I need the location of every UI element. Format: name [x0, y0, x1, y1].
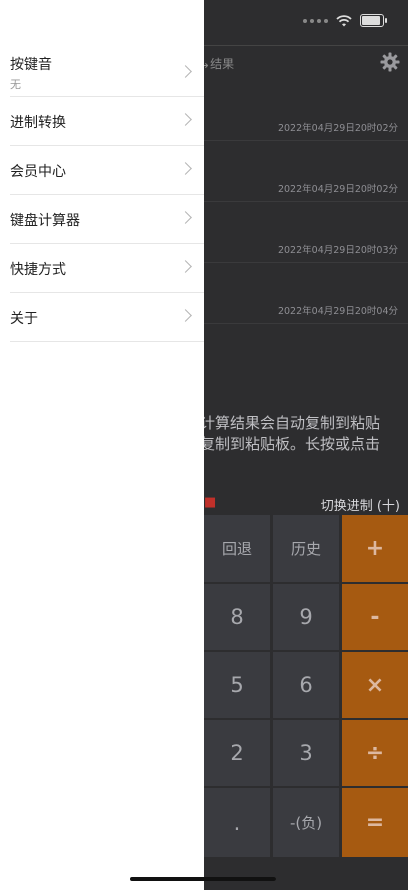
header-title: ↳结果 — [200, 57, 235, 71]
digit-5-key[interactable]: 5 — [204, 652, 270, 718]
plus-key[interactable]: + — [342, 515, 408, 582]
history-time: 2022年04月29日20时03分 — [277, 245, 398, 256]
equals-key[interactable]: = — [342, 788, 408, 857]
chevron-right-icon — [179, 113, 192, 126]
multiply-key[interactable]: × — [342, 652, 408, 718]
cellular-signal-icon — [303, 18, 328, 23]
digit-8-key[interactable]: 8 — [204, 584, 270, 650]
history-row[interactable]: 2022年04月29日20时03分 — [204, 202, 408, 263]
menu-item-label: 按键音 — [10, 57, 52, 73]
negative-key[interactable]: -(负) — [273, 788, 339, 857]
battery-icon — [360, 14, 387, 27]
menu-item-label: 会员中心 — [10, 164, 66, 180]
chevron-right-icon — [179, 211, 192, 224]
minus-key[interactable]: - — [342, 584, 408, 650]
menu-item-radix-conversion[interactable]: 进制转换 — [10, 97, 204, 146]
history-time: 2022年04月29日20时02分 — [277, 184, 398, 195]
menu-item-keyboard-calculator[interactable]: 键盘计算器 — [10, 195, 204, 244]
chevron-right-icon — [179, 162, 192, 175]
decimal-point-key[interactable]: . — [204, 788, 270, 857]
switch-radix-button[interactable]: 切换进制 (十) — [321, 495, 400, 514]
wifi-icon — [336, 14, 352, 26]
side-drawer: 按键音 无 进制转换 会员中心 键盘计算器 快捷方式 关于 — [0, 0, 276, 890]
gear-icon[interactable] — [380, 52, 400, 72]
home-indicator[interactable] — [130, 877, 276, 881]
menu-item-label: 进制转换 — [10, 115, 66, 131]
history-row[interactable]: 2022年04月29日20时02分 — [204, 80, 408, 141]
digit-2-key[interactable]: 2 — [204, 720, 270, 786]
menu-item-shortcuts[interactable]: 快捷方式 — [10, 244, 204, 293]
history-row[interactable]: 2022年04月29日20时02分 — [204, 141, 408, 202]
menu-item-label: 快捷方式 — [10, 262, 66, 278]
menu-item-about[interactable]: 关于 — [10, 293, 204, 342]
history-time: 2022年04月29日20时02分 — [277, 123, 398, 134]
chevron-right-icon — [179, 309, 192, 322]
history-time: 2022年04月29日20时04分 — [277, 306, 398, 317]
divide-key[interactable]: ÷ — [342, 720, 408, 786]
hint-text: 计算结果会自动复制到粘贴 复制到粘贴板。长按或点击 — [200, 414, 381, 453]
drawer-menu: 按键音 无 进制转换 会员中心 键盘计算器 快捷方式 关于 — [10, 46, 204, 342]
menu-item-label: 键盘计算器 — [10, 213, 80, 229]
menu-item-member-center[interactable]: 会员中心 — [10, 146, 204, 195]
history-row[interactable]: 2022年04月29日20时04分 — [204, 263, 408, 324]
menu-item-value: 无 — [10, 78, 21, 91]
digit-9-key[interactable]: 9 — [273, 584, 339, 650]
history-key[interactable]: 历史 — [273, 515, 339, 582]
digit-6-key[interactable]: 6 — [273, 652, 339, 718]
backspace-key[interactable]: 回退 — [204, 515, 270, 582]
chevron-right-icon — [179, 260, 192, 273]
keypad: 回退 历史 + 8 9 - 5 6 × 2 3 ÷ . -(负) = — [204, 515, 408, 857]
digit-3-key[interactable]: 3 — [273, 720, 339, 786]
menu-item-key-sound[interactable]: 按键音 无 — [10, 46, 204, 97]
menu-item-label: 关于 — [10, 311, 38, 327]
chevron-right-icon — [179, 65, 192, 78]
header-divider — [204, 45, 408, 46]
mode-indicator: ■ — [204, 495, 217, 510]
